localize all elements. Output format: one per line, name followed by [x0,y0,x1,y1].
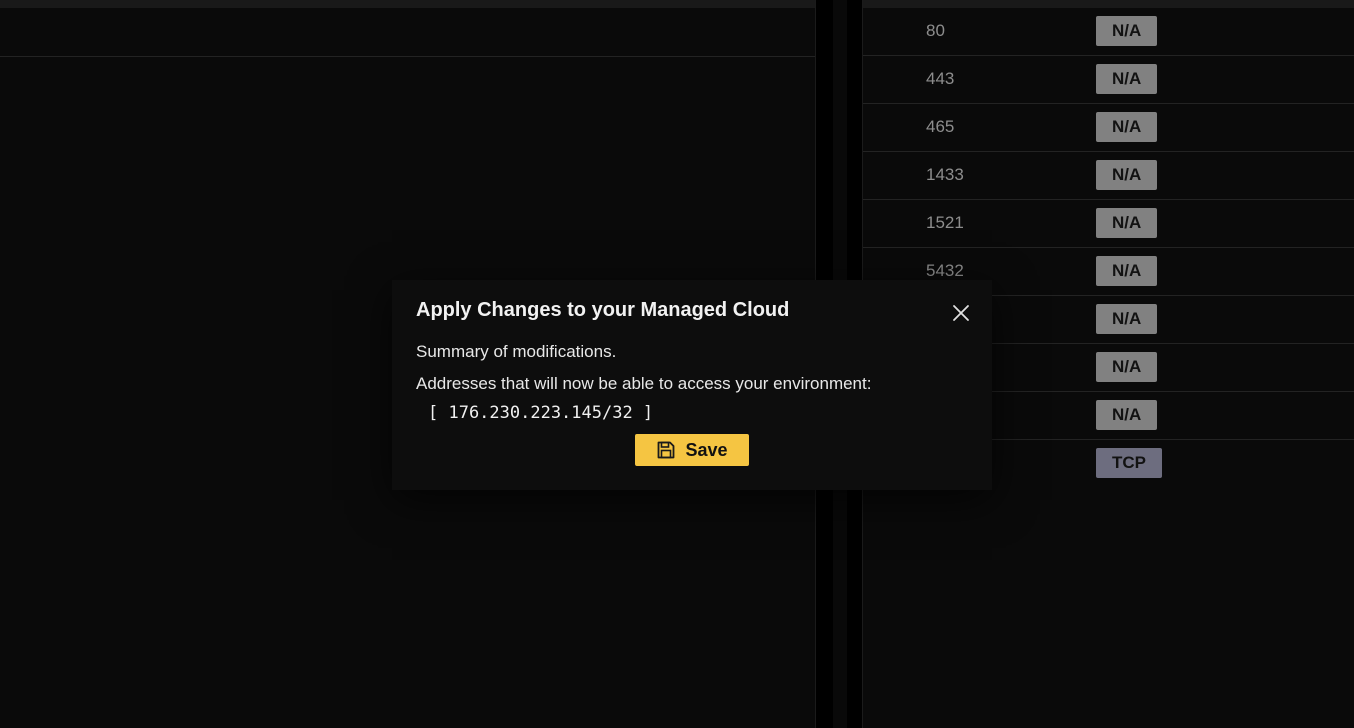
save-button[interactable]: Save [635,434,749,466]
floppy-disk-icon [658,441,675,459]
dialog-title: Apply Changes to your Managed Cloud [416,299,790,321]
close-icon [953,305,969,321]
addresses-label: Addresses that will now be able to acces… [416,374,872,393]
close-button[interactable] [952,304,970,322]
apply-changes-dialog: Apply Changes to your Managed Cloud Summ… [392,280,992,490]
address-list: [ 176.230.223.145/32 ] [428,403,654,423]
summary-text: Summary of modifications. [416,342,617,361]
page: 80 N/A 443 N/A 465 N/A 1433 N/A 1521 N/A… [0,0,1354,728]
save-button-label: Save [685,439,728,460]
